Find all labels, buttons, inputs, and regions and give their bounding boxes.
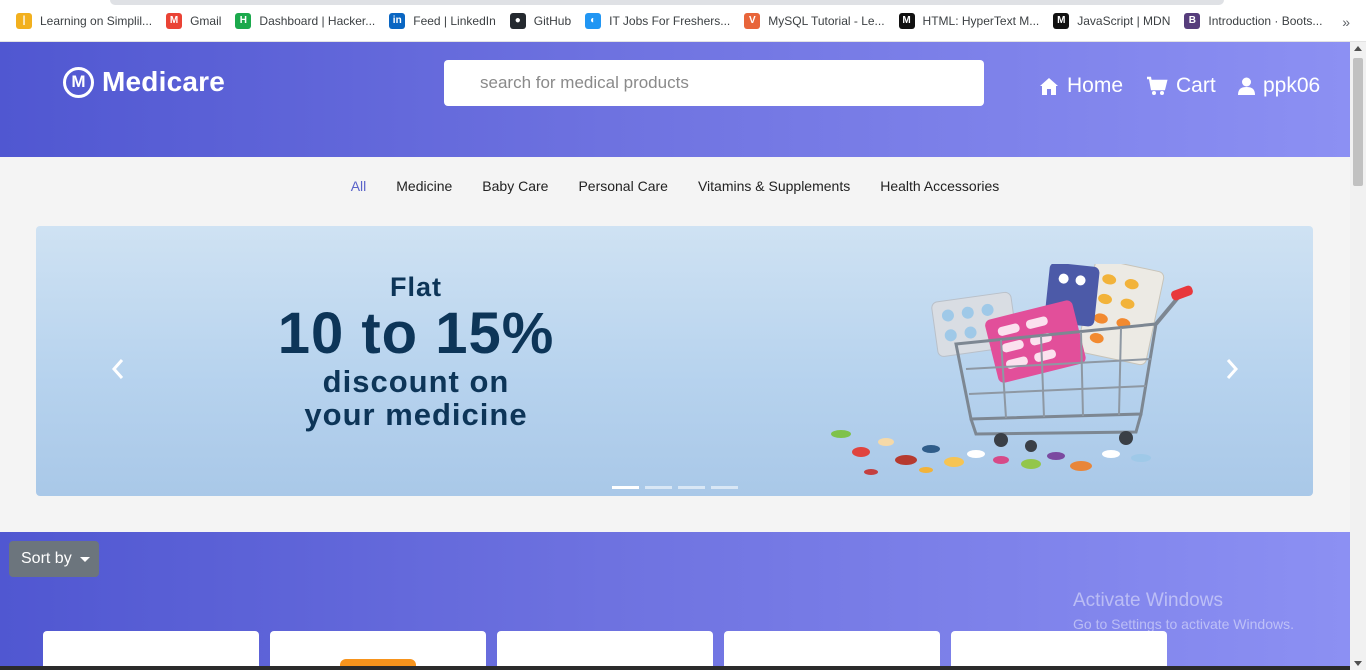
bookmark-item[interactable]: in Feed | LinkedIn (383, 7, 502, 35)
github-icon: ● (509, 12, 526, 29)
category-tab[interactable]: Health Accessories (880, 178, 999, 194)
home-icon (1040, 77, 1058, 95)
bookmark-label: Dashboard | Hacker... (259, 13, 376, 28)
hackerrank-icon: H (235, 12, 252, 29)
mdn-icon: M (898, 12, 915, 29)
product-card[interactable] (724, 631, 940, 670)
windows-activation-watermark: Activate Windows Go to Settings to activ… (1073, 590, 1294, 632)
bookmark-item[interactable]: | Learning on Simplil... (10, 7, 158, 35)
category-tab[interactable]: Medicine (396, 178, 452, 194)
category-nav: All Medicine Baby Care Personal Care Vitamin… (0, 157, 1350, 215)
brand-name: Medicare (102, 66, 225, 97)
bookmark-item[interactable]: ● GitHub (504, 7, 577, 35)
page-scrollbar[interactable] (1350, 42, 1366, 670)
scroll-thumb[interactable] (1353, 58, 1363, 186)
simplilearn-icon: | (16, 12, 32, 29)
carousel-indicator[interactable] (711, 486, 738, 489)
nav-home-label: Home (1067, 74, 1124, 97)
carousel-indicator[interactable] (612, 486, 639, 489)
bookmark-item[interactable]: M HTML: HyperText M... (893, 7, 1046, 35)
bookmark-label: Gmail (190, 13, 222, 28)
bookmark-label: MySQL Tutorial - Le... (768, 13, 885, 28)
product-card[interactable] (270, 631, 486, 670)
logo-m-icon: M (63, 66, 94, 98)
category-tab[interactable]: Baby Care (482, 178, 548, 194)
sort-by-dropdown[interactable]: Sort by (9, 541, 99, 577)
promo-text: Flat 10 to 15% discount on your medicine (196, 272, 636, 431)
jobs-icon: ◐ (585, 12, 602, 29)
product-card[interactable] (951, 631, 1167, 670)
bookmark-label: GitHub (533, 13, 572, 28)
mdn-icon: M (1053, 12, 1070, 29)
product-card[interactable] (497, 631, 713, 670)
carousel-indicator[interactable] (678, 486, 705, 489)
vue-icon: V (744, 12, 761, 29)
bookmark-item[interactable]: ◐ IT Jobs For Freshers... (579, 7, 736, 35)
cart-icon (1147, 76, 1168, 95)
nav-user-link[interactable]: ppk06 (1238, 74, 1320, 98)
bootstrap-icon: B (1184, 12, 1201, 29)
scroll-down-arrow-icon[interactable] (1354, 661, 1362, 666)
bookmark-label: Learning on Simplil... (40, 13, 153, 28)
bookmark-label: HTML: HyperText M... (922, 13, 1040, 28)
nav-user-label: ppk06 (1263, 74, 1321, 97)
brand-logo[interactable]: M Medicare (63, 66, 225, 98)
nav-cart-label: Cart (1176, 74, 1216, 97)
shopping-cart-pills-illustration (831, 264, 1193, 475)
bookmark-item[interactable]: V MySQL Tutorial - Le... (738, 7, 890, 35)
bookmark-label: Introduction · Boots... (1208, 13, 1323, 28)
promo-line-3: discount on (322, 364, 510, 399)
linkedin-icon: in (389, 12, 406, 29)
bookmarks-overflow-button[interactable]: » (1342, 14, 1350, 30)
promo-carousel: Flat 10 to 15% discount on your medicine (36, 226, 1313, 496)
chevron-down-icon (79, 556, 90, 562)
carousel-prev-arrow-icon[interactable] (108, 354, 128, 384)
bookmark-label: JavaScript | MDN (1077, 13, 1171, 28)
bookmark-item[interactable]: M Gmail (160, 7, 227, 35)
user-icon (1238, 77, 1255, 95)
watermark-title: Activate Windows (1073, 590, 1223, 611)
nav-home-link[interactable]: Home (1039, 74, 1123, 98)
promo-line-4: your medicine (304, 397, 528, 432)
bookmarks-list: | Learning on Simplil... M Gmail H Dashboard … (10, 7, 1330, 35)
category-tab[interactable]: Vitamins & Supplements (698, 178, 850, 194)
category-tab[interactable]: Personal Care (578, 178, 668, 194)
nav-cart-link[interactable]: Cart (1146, 74, 1216, 98)
carousel-next-arrow-icon[interactable] (1222, 354, 1242, 384)
search-input[interactable] (444, 60, 984, 106)
promo-line-1: Flat (389, 272, 442, 302)
product-card[interactable] (43, 631, 259, 670)
bookmark-label: IT Jobs For Freshers... (609, 13, 731, 28)
gmail-icon: M (166, 12, 183, 29)
tabstrip-edge (110, 0, 1224, 5)
carousel-indicators (612, 486, 744, 489)
site-header: M Medicare Home Cart ppk06 (0, 42, 1350, 157)
sort-by-label: Sort by (21, 550, 72, 567)
category-tab[interactable]: All (351, 178, 367, 194)
products-section: Sort by Activate Windows Go to Settings … (0, 532, 1350, 670)
scroll-up-arrow-icon[interactable] (1354, 46, 1362, 51)
bookmark-item[interactable]: H Dashboard | Hacker... (229, 7, 381, 35)
promo-line-2: 10 to 15% (277, 301, 555, 366)
bookmark-label: Feed | LinkedIn (413, 13, 496, 28)
watermark-subtitle: Go to Settings to activate Windows. (1073, 616, 1294, 632)
bookmark-item[interactable]: M JavaScript | MDN (1047, 7, 1176, 35)
bookmarks-bar: | Learning on Simplil... M Gmail H Dashboard … (0, 0, 1366, 42)
bottom-strip (0, 666, 1350, 670)
carousel-indicator[interactable] (645, 486, 672, 489)
bookmark-item[interactable]: B Introduction · Boots... (1178, 7, 1328, 35)
